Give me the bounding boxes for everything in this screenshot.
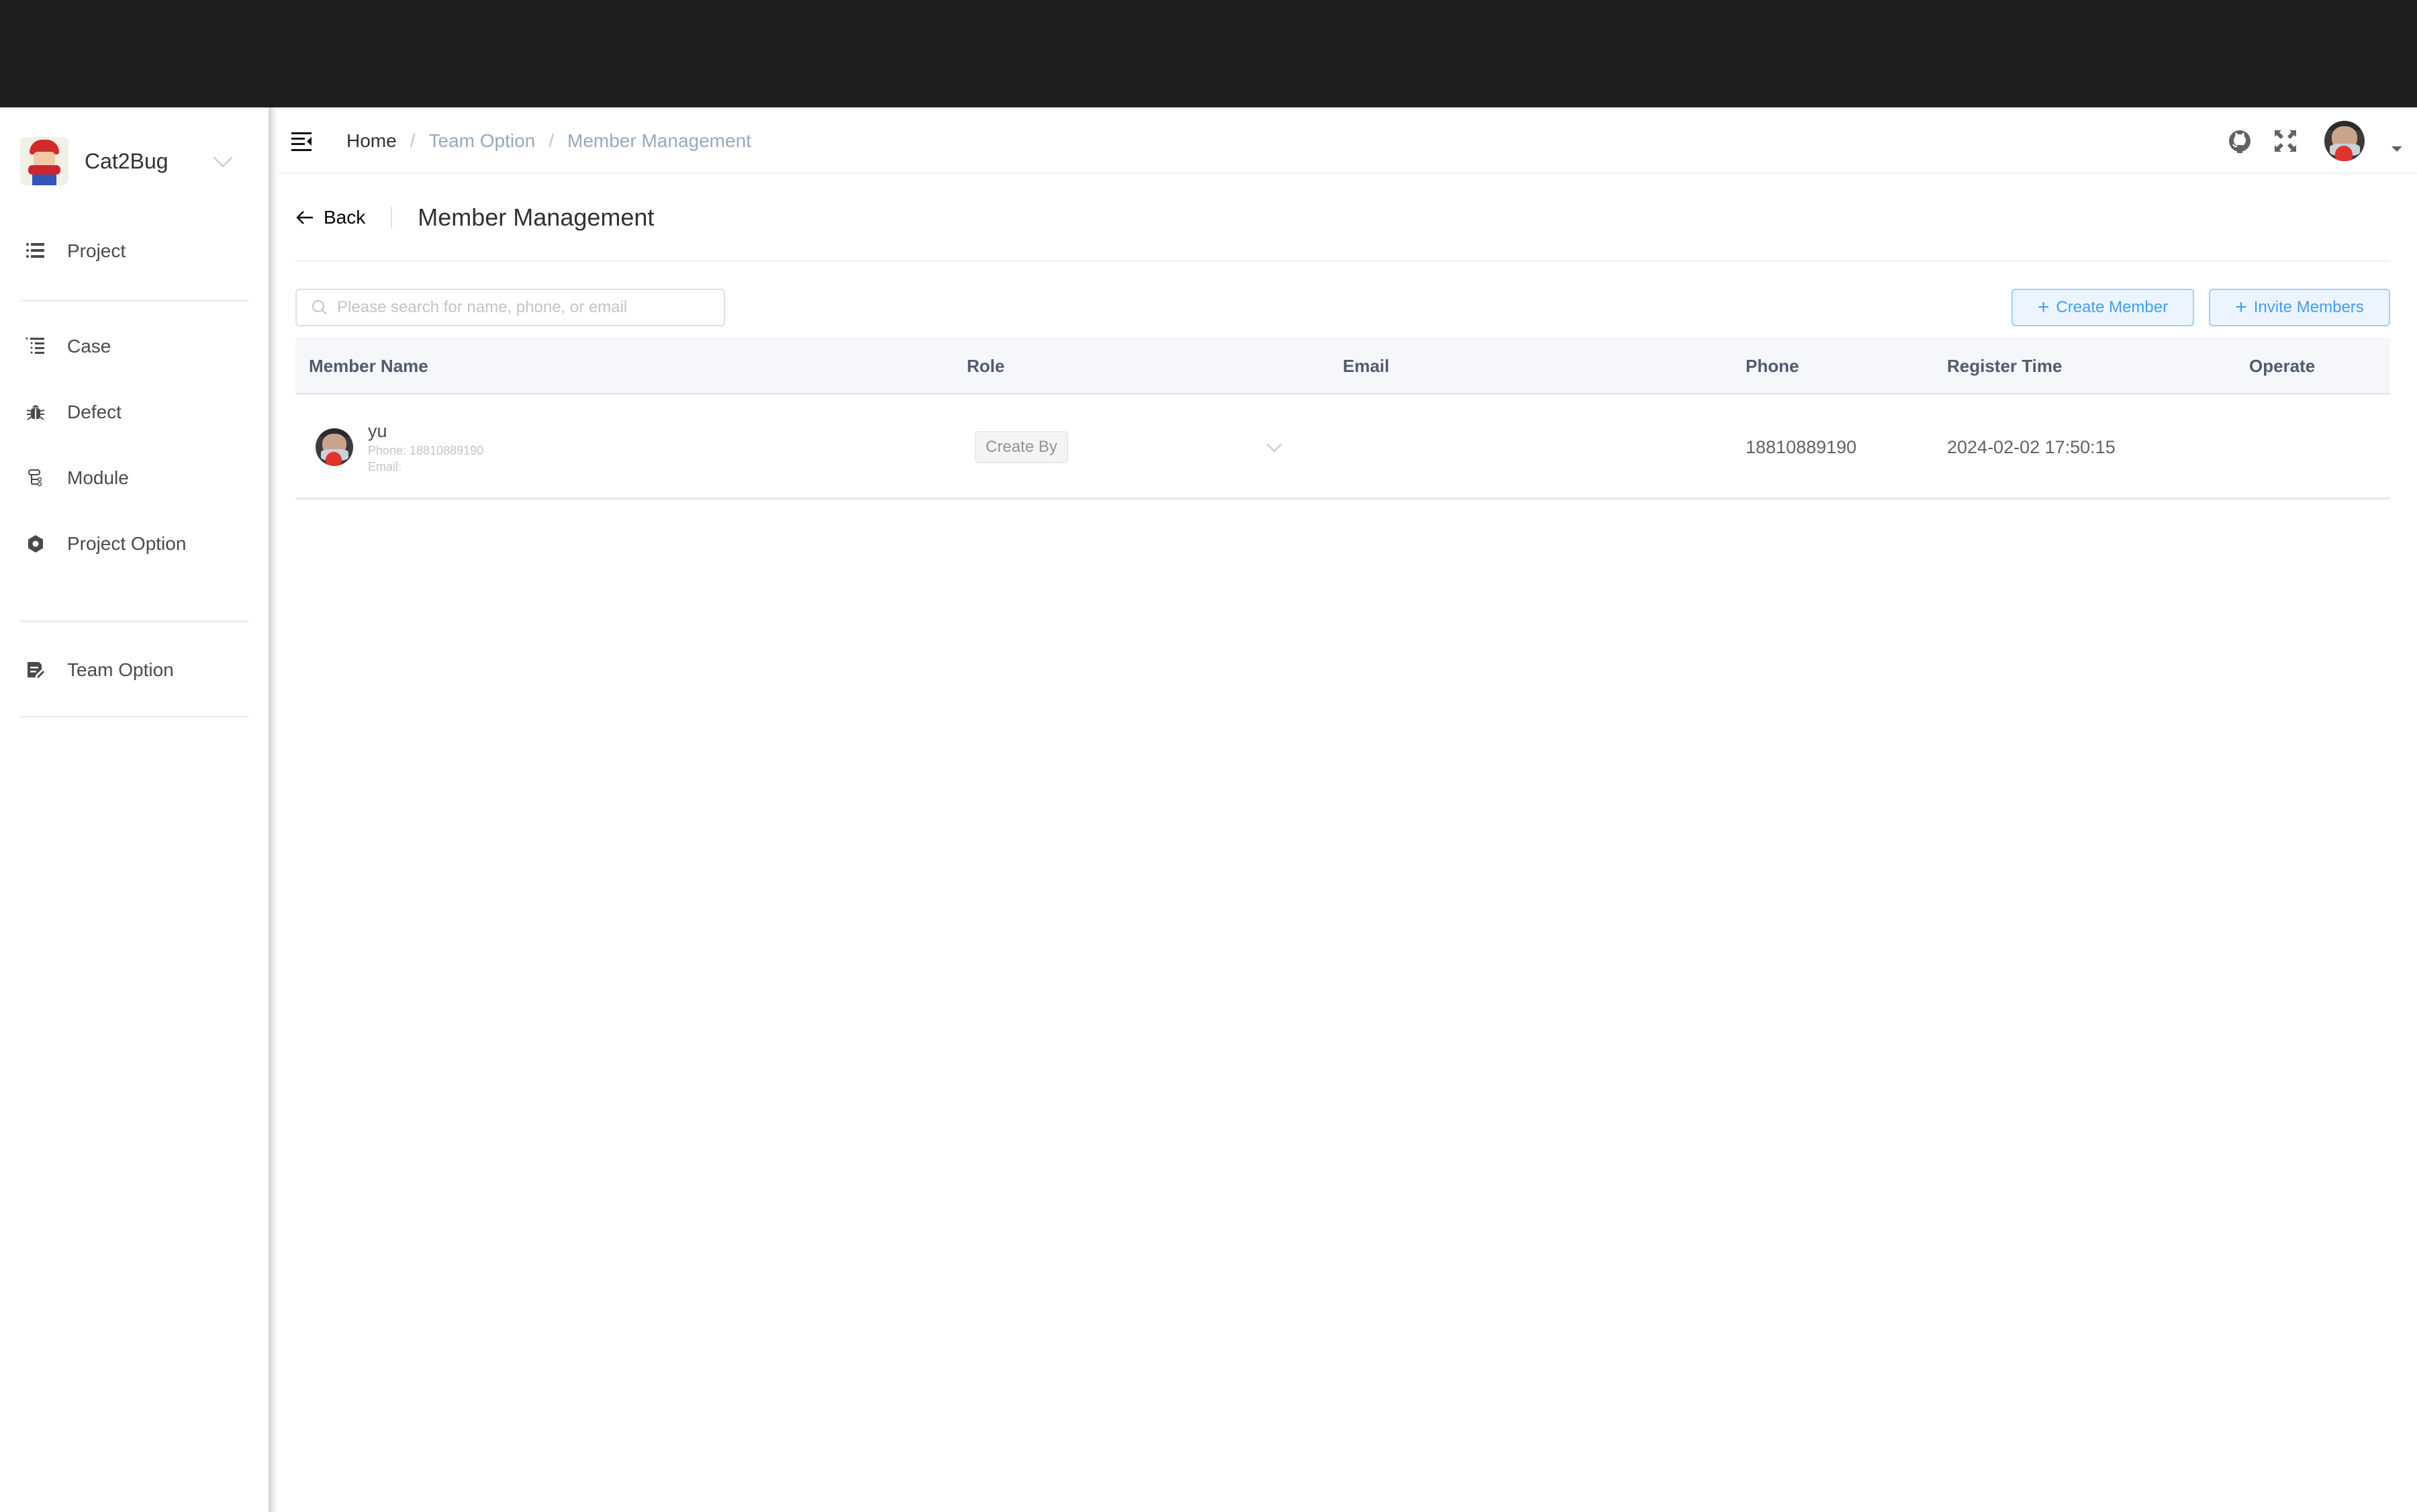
back-button[interactable]: Back: [295, 207, 365, 228]
phone-cell: 18810889190: [1746, 436, 1857, 457]
create-member-label: Create Member: [2056, 298, 2169, 316]
sidebar-item-label: Case: [67, 336, 111, 357]
search-input[interactable]: [337, 298, 713, 317]
invite-members-button[interactable]: + Invite Members: [2209, 289, 2390, 326]
column-header-register-time: Register Time: [1947, 356, 2063, 376]
search-icon: [312, 300, 327, 315]
table-header: Member Name Role Email Phone Register Ti…: [295, 337, 2390, 395]
column-header-member-name: Member Name: [309, 356, 428, 376]
sidebar-item-label: Project Option: [67, 533, 187, 554]
role-cell: Create By: [975, 395, 1068, 500]
gear-icon: [26, 534, 46, 554]
plus-icon: +: [2235, 296, 2247, 318]
sidebar-item-label: Defect: [67, 401, 122, 422]
member-phone-sub: Phone: 18810889190: [368, 444, 484, 457]
breadcrumb-team-option[interactable]: Team Option: [428, 130, 535, 152]
sidebar-item-label: Project: [67, 240, 126, 261]
breadcrumb-current: Member Management: [567, 130, 751, 151]
sidebar-item-defect[interactable]: Defect: [20, 392, 248, 432]
member-search[interactable]: [295, 289, 725, 326]
member-avatar: [316, 428, 353, 466]
module-tree-icon: [26, 468, 46, 488]
team-logo: [20, 137, 68, 185]
member-email-sub: Email:: [368, 460, 402, 473]
member-name: yu: [368, 421, 387, 441]
page-divider: [295, 261, 2390, 262]
sidebar-item-project[interactable]: Project: [20, 231, 248, 271]
sidebar-item-label: Team Option: [67, 659, 174, 680]
list-tree-icon: [26, 336, 46, 357]
header-actions: [2226, 117, 2417, 165]
member-table: Member Name Role Email Phone Register Ti…: [295, 337, 2390, 500]
chevron-down-icon[interactable]: [213, 148, 233, 168]
chevron-down-icon: [1266, 436, 1282, 453]
breadcrumb-separator: /: [410, 130, 416, 151]
invite-members-label: Invite Members: [2253, 298, 2364, 316]
breadcrumb: Home / Team Option / Member Management: [346, 128, 751, 154]
top-header: Home / Team Option / Member Management: [278, 107, 2417, 175]
page-header-separator: [391, 207, 393, 228]
sidebar-item-label: Module: [67, 467, 129, 488]
sidebar-divider: [20, 299, 248, 301]
breadcrumb-home[interactable]: Home: [346, 130, 397, 152]
sidebar-item-case[interactable]: Case: [20, 326, 248, 367]
role-tag: Create By: [975, 431, 1068, 463]
sidebar-item-team-option[interactable]: Team Option: [20, 650, 248, 690]
caret-down-icon[interactable]: [2391, 146, 2402, 152]
member-info: yu Phone: 18810889190 Email:: [368, 420, 483, 475]
edit-document-icon: [26, 660, 46, 680]
sidebar-item-project-option[interactable]: Project Option: [20, 524, 248, 564]
column-header-phone: Phone: [1746, 356, 1799, 376]
sidebar-item-module[interactable]: Module: [20, 458, 248, 498]
sidebar-divider: [20, 716, 248, 718]
breadcrumb-separator: /: [549, 130, 555, 151]
user-avatar[interactable]: [2324, 121, 2365, 161]
member-cell: yu Phone: 18810889190 Email:: [316, 395, 483, 500]
column-header-role: Role: [967, 356, 1005, 376]
column-header-email: Email: [1343, 356, 1390, 376]
team-switcher[interactable]: Cat2Bug: [20, 137, 248, 185]
sidebar: Cat2Bug Project Case Defect Module Proje…: [0, 107, 269, 1512]
sidebar-divider: [20, 620, 248, 622]
collapse-sidebar-icon[interactable]: [291, 132, 314, 152]
table-row: yu Phone: 18810889190 Email: Create By 1…: [295, 395, 2390, 500]
arrow-left-icon: [296, 211, 313, 224]
register-time-cell: 2024-02-02 17:50:15: [1947, 436, 2116, 457]
create-member-button[interactable]: + Create Member: [2011, 289, 2194, 326]
bug-icon: [26, 402, 46, 422]
sidebar-resize-edge: [269, 107, 278, 1512]
window-top-bar: [0, 0, 2417, 107]
fullscreen-icon[interactable]: [2272, 128, 2299, 154]
page-title: Member Management: [418, 203, 655, 231]
team-name: Cat2Bug: [85, 148, 169, 173]
column-header-operate: Operate: [2249, 356, 2316, 376]
role-select[interactable]: [1266, 395, 1282, 500]
plus-icon: +: [2037, 296, 2050, 318]
back-label: Back: [324, 207, 366, 228]
list-icon: [26, 241, 46, 261]
github-icon[interactable]: [2226, 128, 2253, 154]
page-header: Back Member Management: [295, 199, 654, 236]
